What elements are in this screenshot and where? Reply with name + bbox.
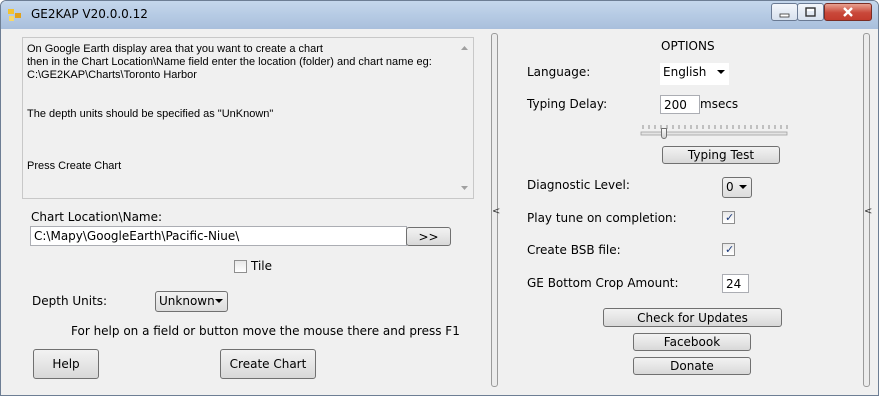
instructions-textarea[interactable]: On Google Earth display area that you wa… (22, 37, 474, 199)
instructions-line (27, 134, 457, 147)
instructions-line: C:\GE2KAP\Charts\Toronto Harbor (27, 69, 197, 81)
language-select[interactable]: English (660, 63, 729, 85)
instructions-line: The depth units should be specified as "… (27, 108, 274, 120)
app-window: GE2KAP V20.0.0.12 On Google Earth displa… (0, 0, 879, 396)
instructions-line (27, 95, 457, 108)
instructions-scrollbar[interactable] (456, 38, 473, 198)
options-panel: OPTIONS Language: English Typing Delay: … (500, 29, 860, 391)
typing-delay-label: Typing Delay: (527, 97, 608, 111)
instructions-line (27, 147, 457, 160)
checkmark-icon: ✓ (725, 243, 735, 256)
play-tune-checkbox[interactable]: ✓ (722, 211, 735, 224)
instructions-line (27, 121, 457, 134)
instructions-text: On Google Earth display area that you wa… (27, 43, 457, 173)
language-value: English (663, 65, 707, 79)
crop-amount-label: GE Bottom Crop Amount: (527, 276, 679, 290)
chevron-down-icon (215, 299, 223, 303)
minimize-button[interactable] (771, 3, 798, 21)
play-tune-label: Play tune on completion: (527, 211, 677, 225)
instructions-line: On Google Earth display area that you wa… (27, 43, 323, 55)
left-splitter[interactable]: < (491, 33, 500, 387)
typing-test-button[interactable]: Typing Test (662, 146, 780, 164)
window-title: GE2KAP V20.0.0.12 (31, 7, 148, 21)
collapse-right-icon: < (864, 206, 873, 217)
instructions-line (27, 82, 457, 95)
depth-units-value: Unknown (159, 294, 215, 308)
close-button[interactable] (824, 3, 872, 21)
left-panel: On Google Earth display area that you wa… (1, 29, 490, 391)
depth-units-select[interactable]: Unknown (155, 291, 228, 312)
close-icon (843, 7, 853, 17)
tile-label: Tile (251, 259, 273, 273)
language-label: Language: (527, 65, 591, 79)
donate-button[interactable]: Donate (633, 357, 751, 375)
help-hint-text: For help on a field or button move the m… (71, 324, 460, 338)
typing-delay-unit: msecs (700, 97, 739, 111)
scroll-up-icon[interactable] (456, 40, 473, 56)
diagnostic-level-label: Diagnostic Level: (527, 178, 630, 192)
create-chart-button[interactable]: Create Chart (220, 349, 316, 379)
check-updates-button[interactable]: Check for Updates (603, 308, 782, 327)
instructions-line: Press Create Chart (27, 160, 122, 172)
diagnostic-level-value: 0 (726, 180, 734, 194)
chart-location-input[interactable]: C:\Mapy\GoogleEarth\Pacific-Niue\ (30, 226, 407, 246)
create-bsb-checkbox[interactable]: ✓ (722, 243, 735, 256)
checkmark-icon: ✓ (725, 211, 735, 224)
chevron-down-icon (739, 185, 747, 189)
options-heading: OPTIONS (661, 39, 715, 53)
maximize-button[interactable] (797, 3, 824, 21)
slider-thumb[interactable] (660, 128, 667, 139)
chevron-down-icon (717, 70, 725, 74)
create-bsb-label: Create BSB file: (527, 243, 621, 257)
chart-location-label: Chart Location\Name: (31, 210, 163, 224)
diagnostic-level-select[interactable]: 0 (722, 177, 752, 198)
depth-units-label: Depth Units: (32, 294, 108, 308)
right-splitter[interactable]: < (863, 33, 873, 387)
help-button[interactable]: Help (33, 349, 99, 379)
crop-amount-input[interactable]: 24 (722, 274, 749, 293)
ge2kap-app-icon (8, 9, 21, 21)
typing-delay-input[interactable]: 200 (660, 95, 700, 114)
browse-button[interactable]: >> (406, 227, 451, 246)
tile-checkbox[interactable] (234, 260, 247, 273)
title-bar[interactable]: GE2KAP V20.0.0.12 (1, 1, 878, 29)
typing-delay-slider[interactable] (639, 123, 789, 139)
facebook-button[interactable]: Facebook (633, 333, 751, 351)
instructions-line: then in the Chart Location\Name field en… (27, 56, 432, 68)
scroll-down-icon[interactable] (456, 180, 473, 196)
maximize-icon (805, 7, 816, 17)
minimize-icon (779, 13, 790, 18)
